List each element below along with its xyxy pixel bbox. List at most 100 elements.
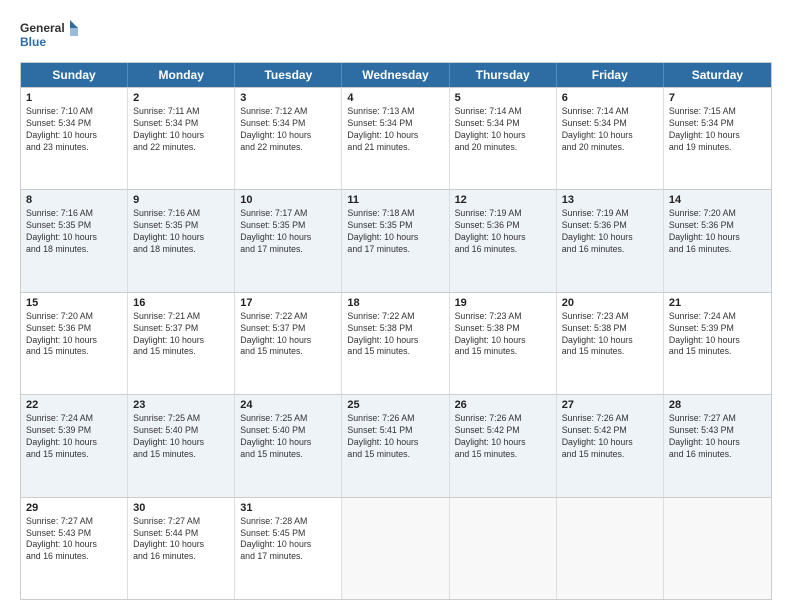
day-info: Sunrise: 7:14 AMSunset: 5:34 PMDaylight:… [455,106,551,154]
day-number: 25 [347,399,443,411]
day-info: Sunrise: 7:21 AMSunset: 5:37 PMDaylight:… [133,311,229,359]
day-number: 6 [562,92,658,104]
day-number: 28 [669,399,766,411]
day-number: 13 [562,194,658,206]
day-cell-27: 27 Sunrise: 7:26 AMSunset: 5:42 PMDayligh… [557,395,664,496]
day-number: 21 [669,297,766,309]
day-info: Sunrise: 7:23 AMSunset: 5:38 PMDaylight:… [562,311,658,359]
day-info: Sunrise: 7:18 AMSunset: 5:35 PMDaylight:… [347,208,443,256]
calendar-body: 1 Sunrise: 7:10 AMSunset: 5:34 PMDaylight… [21,87,771,599]
logo-svg: General Blue [20,18,80,54]
day-cell-20: 20 Sunrise: 7:23 AMSunset: 5:38 PMDayligh… [557,293,664,394]
day-cell-22: 22Sunrise: 7:24 AMSunset: 5:39 PMDayligh… [21,395,128,496]
day-number: 2 [133,92,229,104]
day-info: Sunrise: 7:27 AMSunset: 5:44 PMDaylight:… [133,516,229,564]
day-number: 24 [240,399,336,411]
day-cell-25: 25 Sunrise: 7:26 AMSunset: 5:41 PMDayligh… [342,395,449,496]
empty-cell [664,498,771,599]
day-cell-15: 15 Sunrise: 7:20 AMSunset: 5:36 PMDayligh… [21,293,128,394]
calendar-row-3: 15 Sunrise: 7:20 AMSunset: 5:36 PMDayligh… [21,292,771,394]
day-number: 30 [133,502,229,514]
day-cell-12: 12 Sunrise: 7:19 AMSunset: 5:36 PMDayligh… [450,190,557,291]
day-info: Sunrise: 7:14 AMSunset: 5:34 PMDaylight:… [562,106,658,154]
header: General Blue [20,18,772,54]
calendar: SundayMondayTuesdayWednesdayThursdayFrid… [20,62,772,600]
empty-cell [557,498,664,599]
day-info: Sunrise: 7:12 AMSunset: 5:34 PMDaylight:… [240,106,336,154]
day-info: Sunrise: 7:26 AMSunset: 5:41 PMDaylight:… [347,413,443,461]
day-cell-14: 14 Sunrise: 7:20 AMSunset: 5:36 PMDayligh… [664,190,771,291]
day-cell-3: 3Sunrise: 7:12 AMSunset: 5:34 PMDaylight… [235,88,342,189]
day-number: 23 [133,399,229,411]
day-cell-1: 1 Sunrise: 7:10 AMSunset: 5:34 PMDaylight… [21,88,128,189]
day-info: Sunrise: 7:19 AMSunset: 5:36 PMDaylight:… [455,208,551,256]
day-number: 1 [26,92,122,104]
logo: General Blue [20,18,80,54]
day-info: Sunrise: 7:24 AMSunset: 5:39 PMDaylight:… [669,311,766,359]
day-number: 11 [347,194,443,206]
day-info: Sunrise: 7:25 AMSunset: 5:40 PMDaylight:… [240,413,336,461]
svg-text:Blue: Blue [20,35,46,49]
day-info: Sunrise: 7:27 AMSunset: 5:43 PMDaylight:… [669,413,766,461]
day-info: Sunrise: 7:16 AMSunset: 5:35 PMDaylight:… [133,208,229,256]
calendar-row-5: 29Sunrise: 7:27 AMSunset: 5:43 PMDayligh… [21,497,771,599]
day-number: 15 [26,297,122,309]
day-info: Sunrise: 7:20 AMSunset: 5:36 PMDaylight:… [26,311,122,359]
day-cell-8: 8 Sunrise: 7:16 AMSunset: 5:35 PMDaylight… [21,190,128,291]
day-info: Sunrise: 7:11 AMSunset: 5:34 PMDaylight:… [133,106,229,154]
day-cell-23: 23 Sunrise: 7:25 AMSunset: 5:40 PMDayligh… [128,395,235,496]
day-info: Sunrise: 7:17 AMSunset: 5:35 PMDaylight:… [240,208,336,256]
day-cell-6: 6 Sunrise: 7:14 AMSunset: 5:34 PMDaylight… [557,88,664,189]
day-number: 18 [347,297,443,309]
calendar-row-1: 1 Sunrise: 7:10 AMSunset: 5:34 PMDaylight… [21,87,771,189]
day-info: Sunrise: 7:10 AMSunset: 5:34 PMDaylight:… [26,106,122,154]
day-number: 12 [455,194,551,206]
calendar-row-2: 8 Sunrise: 7:16 AMSunset: 5:35 PMDaylight… [21,189,771,291]
header-day-sunday: Sunday [21,63,128,87]
day-cell-30: 30 Sunrise: 7:27 AMSunset: 5:44 PMDayligh… [128,498,235,599]
header-day-friday: Friday [557,63,664,87]
day-info: Sunrise: 7:24 AMSunset: 5:39 PMDaylight:… [26,413,122,461]
day-cell-5: 5Sunrise: 7:14 AMSunset: 5:34 PMDaylight… [450,88,557,189]
header-day-monday: Monday [128,63,235,87]
day-info: Sunrise: 7:26 AMSunset: 5:42 PMDaylight:… [562,413,658,461]
day-info: Sunrise: 7:25 AMSunset: 5:40 PMDaylight:… [133,413,229,461]
day-info: Sunrise: 7:27 AMSunset: 5:43 PMDaylight:… [26,516,122,564]
day-info: Sunrise: 7:28 AMSunset: 5:45 PMDaylight:… [240,516,336,564]
day-cell-9: 9Sunrise: 7:16 AMSunset: 5:35 PMDaylight… [128,190,235,291]
day-number: 7 [669,92,766,104]
day-cell-11: 11 Sunrise: 7:18 AMSunset: 5:35 PMDayligh… [342,190,449,291]
day-number: 20 [562,297,658,309]
calendar-header: SundayMondayTuesdayWednesdayThursdayFrid… [21,63,771,87]
day-number: 14 [669,194,766,206]
day-info: Sunrise: 7:20 AMSunset: 5:36 PMDaylight:… [669,208,766,256]
day-info: Sunrise: 7:13 AMSunset: 5:34 PMDaylight:… [347,106,443,154]
day-cell-19: 19 Sunrise: 7:23 AMSunset: 5:38 PMDayligh… [450,293,557,394]
day-number: 31 [240,502,336,514]
header-day-tuesday: Tuesday [235,63,342,87]
day-info: Sunrise: 7:16 AMSunset: 5:35 PMDaylight:… [26,208,122,256]
day-number: 10 [240,194,336,206]
day-info: Sunrise: 7:23 AMSunset: 5:38 PMDaylight:… [455,311,551,359]
day-cell-2: 2 Sunrise: 7:11 AMSunset: 5:34 PMDaylight… [128,88,235,189]
day-number: 27 [562,399,658,411]
day-cell-10: 10 Sunrise: 7:17 AMSunset: 5:35 PMDayligh… [235,190,342,291]
day-cell-7: 7Sunrise: 7:15 AMSunset: 5:34 PMDaylight… [664,88,771,189]
day-cell-28: 28 Sunrise: 7:27 AMSunset: 5:43 PMDayligh… [664,395,771,496]
day-number: 17 [240,297,336,309]
page: General Blue SundayMondayTuesdayWednesda… [0,0,792,612]
day-info: Sunrise: 7:22 AMSunset: 5:38 PMDaylight:… [347,311,443,359]
day-cell-26: 26Sunrise: 7:26 AMSunset: 5:42 PMDayligh… [450,395,557,496]
day-cell-13: 13 Sunrise: 7:19 AMSunset: 5:36 PMDayligh… [557,190,664,291]
day-cell-16: 16Sunrise: 7:21 AMSunset: 5:37 PMDayligh… [128,293,235,394]
day-number: 8 [26,194,122,206]
day-info: Sunrise: 7:26 AMSunset: 5:42 PMDaylight:… [455,413,551,461]
empty-cell [450,498,557,599]
day-info: Sunrise: 7:19 AMSunset: 5:36 PMDaylight:… [562,208,658,256]
header-day-wednesday: Wednesday [342,63,449,87]
calendar-row-4: 22Sunrise: 7:24 AMSunset: 5:39 PMDayligh… [21,394,771,496]
day-cell-31: 31 Sunrise: 7:28 AMSunset: 5:45 PMDayligh… [235,498,342,599]
day-number: 19 [455,297,551,309]
header-day-thursday: Thursday [450,63,557,87]
day-cell-21: 21 Sunrise: 7:24 AMSunset: 5:39 PMDayligh… [664,293,771,394]
